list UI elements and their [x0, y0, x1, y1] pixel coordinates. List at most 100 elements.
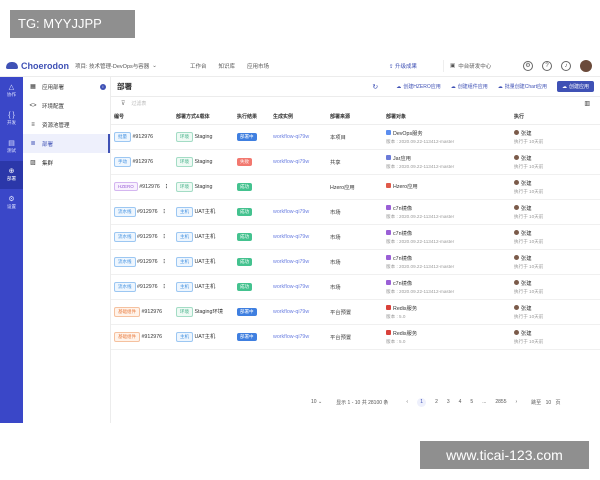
more-icon[interactable]: ⋮ — [162, 234, 167, 240]
instance-link[interactable]: workflow-qi79w — [273, 159, 309, 165]
table-header-row: 编号 部署方式&载体 执行结果 生成实例 部署来源 部署对象 执行 — [111, 110, 600, 125]
instance-link[interactable]: workflow-qi79w — [273, 334, 309, 340]
leftnav-item-dev[interactable]: { } 开发 — [0, 105, 23, 133]
table-row[interactable]: 流水线 #912976 ⋮ 主机 UAT主机 成功 workflow-qi79w 市场 c7… — [111, 199, 600, 225]
table-row[interactable]: 流水线 #912976 ⋮ 主机 UAT主机 成功 workflow-qi79w 市场 c7… — [111, 274, 600, 300]
deploy-id[interactable]: #912976 — [132, 159, 153, 165]
more-icon[interactable]: ⋮ — [164, 184, 169, 190]
cell-id: 基础组件 #912976 — [111, 299, 173, 325]
page-ellipsis[interactable]: ... — [482, 399, 486, 405]
page-size-select[interactable]: 10 ⌄ — [311, 399, 322, 405]
logo[interactable]: Choerodon — [0, 61, 75, 71]
leftnav-item-settings[interactable]: ⚙ 设置 — [0, 189, 23, 217]
more-icon[interactable]: ⋮ — [162, 209, 167, 215]
col-instance[interactable]: 生成实例 — [270, 110, 327, 125]
instance-link[interactable]: workflow-qi79w — [273, 209, 309, 215]
nav-market[interactable]: 应用市场 — [247, 62, 269, 70]
info-icon[interactable]: i — [100, 83, 106, 90]
deploy-id[interactable]: #912976 — [132, 134, 153, 140]
table-row[interactable]: 手动 #912976 环境 Staging 失败 workflow-qi79w 共享 Ja… — [111, 149, 600, 175]
subnav-item-app-deploy[interactable]: ▦ 应用部署 i — [23, 77, 110, 96]
nav-workbench[interactable]: 工作台 — [190, 62, 207, 70]
deploy-id[interactable]: #912976 — [137, 234, 158, 240]
batch-create-chart-button[interactable]: ☁ 批量创建Chart应用 — [498, 83, 547, 91]
filter-bar[interactable]: ⊽ 过滤表 ▥ — [111, 97, 600, 110]
list-icon: ≡ — [31, 121, 35, 128]
status-badge: 部署中 — [237, 307, 257, 316]
exec-time: 执行于 10天前 — [514, 338, 544, 344]
table-row[interactable]: 流水线 #912976 ⋮ 主机 UAT主机 成功 workflow-qi79w 市场 c7… — [111, 249, 600, 275]
instance-link[interactable]: workflow-qi79w — [273, 134, 309, 140]
status-badge: 成功 — [237, 182, 252, 191]
org-selector[interactable]: ▣ 中台研发中心 — [443, 59, 523, 72]
page-4[interactable]: 4 — [459, 399, 462, 405]
object-name[interactable]: Redis服务 — [393, 329, 417, 337]
upgrade-link[interactable]: ⇪ 升级成果 — [389, 62, 417, 70]
col-object[interactable]: 部署对象 — [383, 110, 511, 125]
instance-link[interactable]: workflow-qi79w — [273, 309, 309, 315]
instance-link[interactable]: workflow-qi79w — [273, 284, 309, 290]
object-name[interactable]: Hzero应用 — [393, 182, 418, 190]
table-row[interactable]: HZERO #912976 ⋮ 环境 Staging 成功 Hzero应用 Hzero应用… — [111, 174, 600, 200]
leftnav-item-test[interactable]: ▤ 测试 — [0, 133, 23, 161]
col-result[interactable]: 执行结果 — [234, 110, 270, 125]
object-name[interactable]: Jar应用 — [393, 154, 411, 162]
object-name[interactable]: c7n镜像 — [393, 204, 412, 212]
object-name[interactable]: Redis服务 — [393, 304, 417, 312]
page-last[interactable]: 2855 — [495, 399, 506, 405]
object-name[interactable]: c7n镜像 — [393, 229, 412, 237]
object-name[interactable]: DevOps服务 — [393, 129, 423, 137]
deploy-id[interactable]: #912976 — [141, 334, 162, 340]
subnav-item-env[interactable]: <> 环境配置 — [23, 96, 110, 115]
page-3[interactable]: 3 — [447, 399, 450, 405]
more-icon[interactable]: ⋮ — [162, 284, 167, 290]
col-executor[interactable]: 执行 — [511, 110, 600, 125]
executor-name: 张建 — [521, 130, 532, 137]
table-row[interactable]: 流水线 #912976 ⋮ 主机 UAT主机 成功 workflow-qi79w 市场 c7… — [111, 224, 600, 250]
chevron-down-icon: ⌄ — [152, 62, 157, 69]
subnav-item-resource[interactable]: ≡ 资源池管理 — [23, 115, 110, 134]
deploy-id[interactable]: #912976 — [139, 184, 160, 190]
project-selector[interactable]: 项目: 技术管理-DevOps与容器 ⌄ — [75, 62, 190, 70]
column-settings-icon[interactable]: ▥ — [584, 100, 590, 107]
jump-input[interactable]: 10 — [546, 400, 552, 406]
col-source[interactable]: 部署来源 — [327, 110, 383, 125]
refresh-icon[interactable]: ↻ — [372, 83, 378, 91]
page-1[interactable]: 1 — [417, 397, 427, 407]
deploy-id[interactable]: #912976 — [137, 209, 158, 215]
instance-link[interactable]: workflow-qi79w — [273, 259, 309, 265]
instance-link[interactable]: workflow-qi79w — [273, 234, 309, 240]
more-icon[interactable]: ⋮ — [162, 259, 167, 265]
deploy-id[interactable]: #912976 — [141, 309, 162, 315]
next-page-icon[interactable]: › — [516, 399, 518, 405]
subnav-item-cluster[interactable]: ▨ 集群 — [23, 153, 110, 172]
page-5[interactable]: 5 — [470, 399, 473, 405]
avatar[interactable] — [580, 59, 592, 72]
gear-icon[interactable]: ⚙ — [523, 60, 533, 71]
col-id[interactable]: 编号 — [111, 110, 173, 125]
leftnav-item-deploy[interactable]: ⊕ 部署 — [0, 161, 23, 189]
deploy-id[interactable]: #912976 — [137, 259, 158, 265]
subnav-item-deploy[interactable]: ≣ 部署 — [23, 134, 110, 153]
deploy-list-icon: ≣ — [30, 141, 36, 147]
subnav-label: 资源池管理 — [42, 122, 70, 129]
filter-icon[interactable]: ⊽ — [121, 100, 125, 107]
help-icon[interactable]: ? — [542, 60, 552, 71]
create-hzero-button[interactable]: ☁ 创建HZERO应用 — [396, 83, 441, 91]
nav-knowledge[interactable]: 知识库 — [219, 62, 236, 70]
cell-result: 部署中 — [234, 299, 270, 325]
deploy-id[interactable]: #912976 — [137, 284, 158, 290]
filter-input[interactable]: 过滤表 — [131, 100, 146, 107]
col-carrier[interactable]: 部署方式&载体 — [173, 110, 234, 125]
page-2[interactable]: 2 — [435, 399, 438, 405]
object-name[interactable]: c7n镜像 — [393, 254, 412, 262]
bell-icon[interactable]: ♪ — [561, 60, 571, 71]
table-row[interactable]: 基础组件 #912976 主机 UAT主机 部署中 workflow-qi79w 平台预… — [111, 324, 600, 350]
table-row[interactable]: 基础组件 #912976 环境 Staging环境 部署中 workflow-qi79… — [111, 299, 600, 325]
table-row[interactable]: 批量 #912976 环境 Staging 部署中 workflow-qi79w 本项目… — [111, 124, 600, 150]
leftnav-item-collab[interactable]: △ 协作 — [0, 77, 23, 105]
create-app-button[interactable]: ☁ 创建应用 — [556, 81, 594, 92]
prev-page-icon[interactable]: ‹ — [406, 399, 408, 405]
object-name[interactable]: c7n镜像 — [393, 279, 412, 287]
create-component-button[interactable]: ☁ 创建组件应用 — [451, 83, 488, 91]
